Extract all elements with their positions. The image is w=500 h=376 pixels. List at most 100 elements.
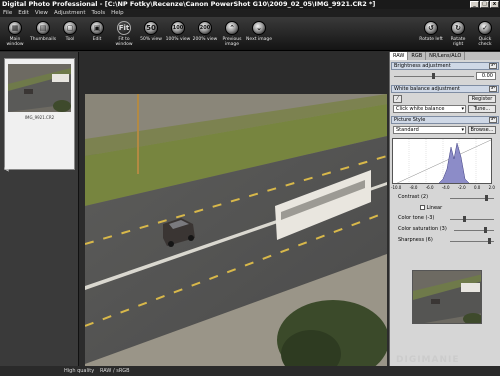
brightness-title: Brightness adjustment [394, 63, 451, 69]
menu-edit[interactable]: Edit [18, 9, 29, 17]
palette-tabs: RAW RGB NR/Lens/ALO [390, 52, 500, 60]
minimize-button[interactable]: _ [470, 1, 479, 8]
zoom-200-label: 200% view [192, 37, 218, 42]
eyedropper-icon: ⁄ [397, 96, 398, 102]
thumbnail-card[interactable]: IMG_9921.CR2 [4, 58, 75, 170]
histogram-axis: -10.0 -8.0 -6.0 -4.0 -2.0 0.0 2.0 [391, 185, 495, 190]
status-quality: High quality [64, 368, 95, 374]
tool-label: Tool [65, 37, 75, 42]
next-image-button[interactable]: ⌄ Next image [246, 21, 272, 42]
tune-button[interactable]: Tune... [468, 105, 496, 113]
tab-nr-lens-alo[interactable]: NR/Lens/ALO [426, 52, 466, 60]
zoom-50-icon: 50 [144, 21, 158, 35]
color-saturation-slider[interactable] [454, 227, 494, 233]
register-button[interactable]: Register [468, 95, 496, 103]
menu-adjustment[interactable]: Adjustment [54, 9, 86, 17]
rotate-right-button[interactable]: ↻ Rotate right [445, 21, 471, 47]
rotate-left-icon: ↺ [424, 21, 438, 35]
menu-tools[interactable]: Tools [92, 9, 106, 17]
fit-window-icon: Fit [117, 21, 131, 35]
rotate-left-label: Rotate left [419, 37, 443, 42]
white-balance-reset-icon[interactable]: ↶ [489, 86, 497, 92]
zoom-200-button[interactable]: 200 200% view [192, 21, 218, 42]
sharpness-slider[interactable] [450, 238, 494, 244]
main-window-label: Main window [6, 37, 24, 47]
menu-bar: File Edit View Adjustment Tools Help [0, 9, 500, 17]
main-window-button[interactable]: ▦ Main window [2, 21, 28, 47]
color-saturation-label: Color saturation (3) [398, 226, 447, 232]
thumbnails-icon: ▤ [36, 21, 50, 35]
picture-style-section-header: Picture Style ↶ [391, 116, 499, 124]
fit-window-button[interactable]: Fit Fit to window [111, 21, 137, 47]
tool-button[interactable]: ▢ Tool [57, 21, 83, 42]
linear-checkbox-box[interactable] [420, 205, 425, 210]
picture-style-select[interactable]: Standard ▾ [393, 126, 466, 134]
rotate-right-icon: ↻ [451, 21, 465, 35]
close-button[interactable]: x [490, 1, 499, 8]
browse-button[interactable]: Browse... [468, 126, 496, 134]
zoom-100-button[interactable]: 100 100% view [165, 21, 191, 42]
white-balance-select-value: Click white balance [396, 106, 445, 112]
quick-check-label: Quick check [478, 37, 492, 47]
status-colorspace: RAW / sRGB [100, 368, 130, 374]
quick-check-button[interactable]: ✓ Quick check [472, 21, 498, 47]
white-balance-select[interactable]: Click white balance ▾ [393, 105, 466, 113]
color-tone-slider[interactable] [450, 216, 494, 222]
color-saturation-slider-knob[interactable] [484, 227, 487, 233]
thumbnail-filename: IMG_9921.CR2 [24, 115, 55, 120]
picture-style-reset-icon[interactable]: ↶ [489, 117, 497, 123]
brightness-slider[interactable] [394, 73, 474, 79]
linear-checkbox[interactable]: Linear [420, 205, 442, 211]
menu-view[interactable]: View [35, 9, 48, 17]
axis-tick: -4.0 [441, 185, 450, 190]
fit-window-label: Fit to window [115, 37, 133, 47]
chevron-down-icon: ▾ [461, 127, 464, 133]
brightness-section-header: Brightness adjustment ↶ [391, 62, 499, 70]
linear-label: Linear [426, 205, 443, 211]
zoom-100-icon: 100 [171, 21, 185, 35]
tab-rgb[interactable]: RGB [408, 52, 427, 60]
thumbnails-button[interactable]: ▤ Thumbnails [30, 21, 56, 42]
menu-file[interactable]: File [3, 9, 12, 17]
zoom-100-label: 100% view [165, 37, 191, 42]
navigator-thumbnail[interactable] [412, 270, 482, 324]
next-image-label: Next image [246, 37, 272, 42]
contrast-slider[interactable] [450, 195, 494, 201]
axis-tick: -10.0 [391, 185, 402, 190]
sharpness-label: Sharpness (6) [398, 237, 433, 243]
eyedropper-button[interactable]: ⁄ [393, 95, 402, 103]
axis-tick: 2.0 [488, 185, 495, 190]
sharpness-slider-knob[interactable] [488, 238, 491, 244]
rotate-left-button[interactable]: ↺ Rotate left [418, 21, 444, 42]
white-balance-title: White balance adjustment [394, 86, 460, 92]
picture-style-title: Picture Style [394, 117, 426, 123]
axis-tick: -6.0 [425, 185, 434, 190]
maximize-button[interactable]: □ [480, 1, 489, 8]
contrast-slider-knob[interactable] [485, 195, 488, 201]
next-image-icon: ⌄ [252, 21, 266, 35]
watermark-logo: DIGIMANIE [396, 355, 460, 365]
edit-label: Edit [92, 37, 102, 42]
previous-image-icon: ⌃ [225, 21, 239, 35]
zoom-50-label: 50% view [140, 37, 162, 42]
thumbnail-panel: IMG_9921.CR2 ✎ [0, 52, 79, 366]
color-tone-slider-knob[interactable] [463, 216, 466, 222]
axis-tick: -2.0 [457, 185, 466, 190]
brightness-value-field[interactable]: 0.00 [476, 72, 496, 80]
previous-image-label: Previous image [222, 37, 242, 47]
menu-help[interactable]: Help [111, 9, 124, 17]
tab-raw[interactable]: RAW [390, 52, 409, 60]
zoom-200-icon: 200 [198, 21, 212, 35]
window-title: Digital Photo Professional - [C:\NP Fotk… [2, 0, 376, 8]
white-balance-section-header: White balance adjustment ↶ [391, 85, 499, 93]
brightness-reset-icon[interactable]: ↶ [489, 63, 497, 69]
zoom-50-button[interactable]: 50 50% view [138, 21, 164, 42]
main-window-icon: ▦ [8, 21, 22, 35]
previous-image-button[interactable]: ⌃ Previous image [219, 21, 245, 47]
brightness-slider-knob[interactable] [432, 73, 435, 79]
histogram [392, 138, 492, 184]
edit-icon: ▣ [90, 21, 104, 35]
axis-tick: 0.0 [473, 185, 481, 190]
edit-button[interactable]: ▣ Edit [84, 21, 110, 42]
preview-photo[interactable] [85, 94, 387, 374]
